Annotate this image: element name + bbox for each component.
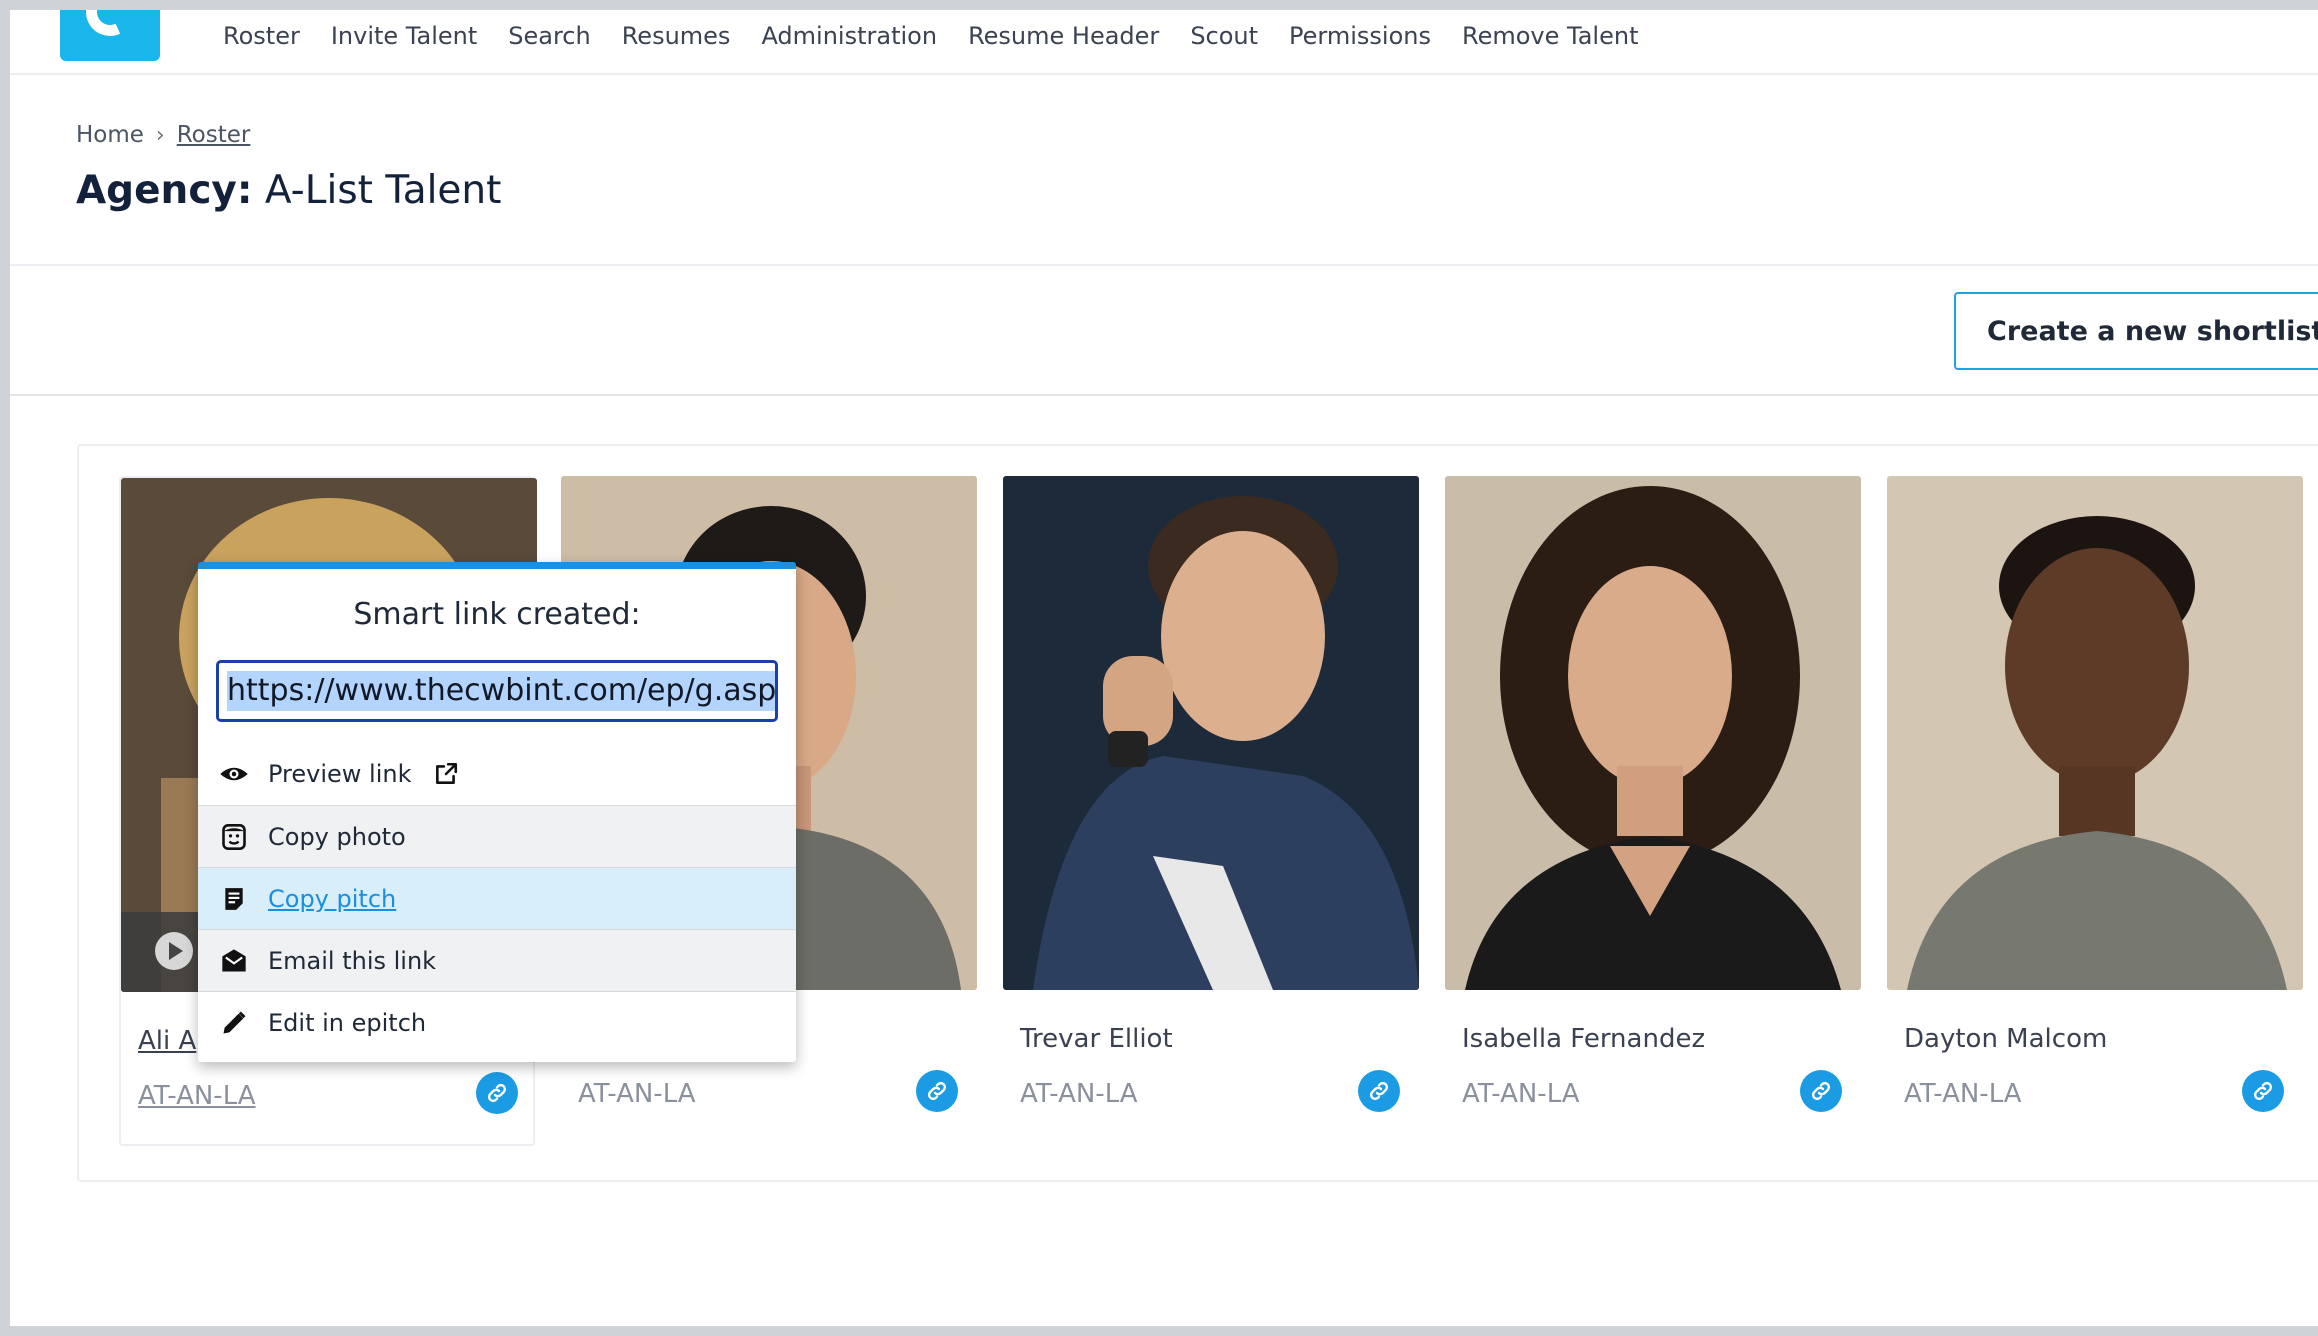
copy-pitch-label: Copy pitch [268,884,397,913]
page: Roster Invite Talent Search Resumes Admi… [10,10,2318,1326]
talent-code: AT-AN-LA [1904,1079,2022,1109]
talent-name: Trevar Elliot [1020,1024,1173,1054]
logo-mark-icon [79,10,141,43]
link-icon [487,1083,507,1103]
smart-link-button[interactable] [476,1072,518,1114]
smart-link-button[interactable] [2242,1070,2284,1112]
talent-code: AT-AN-LA [1020,1079,1138,1109]
create-shortlist-button[interactable]: Create a new shortlist [1954,292,2318,370]
play-icon[interactable] [155,932,193,970]
app-logo[interactable] [60,10,160,61]
nav-item-administration[interactable]: Administration [761,22,937,50]
email-link-label: Email this link [268,946,437,975]
talent-code[interactable]: AT-AN-LA [138,1081,256,1111]
document-icon [218,883,250,915]
eye-icon [218,758,250,790]
link-icon [1811,1081,1831,1101]
breadcrumb-home[interactable]: Home [76,122,144,148]
smart-link-button[interactable] [1800,1070,1842,1112]
preview-link-item[interactable]: Preview link [198,743,796,805]
page-title-label: Agency: [76,168,253,213]
link-icon [1369,1081,1389,1101]
smart-link-url[interactable]: https://www.thecwbint.com/ep/g.asp [227,671,775,711]
top-nav: Roster Invite Talent Search Resumes Admi… [10,10,2318,75]
link-icon [927,1081,947,1101]
edit-epitch-label: Edit in epitch [268,1008,427,1037]
link-icon [2253,1081,2273,1101]
page-title: Agency: A-List Talent [76,168,501,213]
talent-photo[interactable] [1003,476,1419,990]
talent-card[interactable]: Trevar Elliot AT-AN-LA [1003,476,1419,1146]
nav-item-permissions[interactable]: Permissions [1289,22,1431,50]
nav-item-invite-talent[interactable]: Invite Talent [331,22,477,50]
smart-link-button[interactable] [916,1070,958,1112]
talent-name: Dayton Malcom [1904,1024,2108,1054]
copy-pitch-item[interactable]: Copy pitch [198,867,796,929]
nav-menu: Roster Invite Talent Search Resumes Admi… [223,22,1638,50]
talent-code: AT-AN-LA [578,1079,696,1109]
envelope-icon [218,945,250,977]
smart-link-popup: Smart link created: https://www.thecwbin… [198,562,796,1062]
divider [10,394,2318,396]
smart-link-url-field[interactable]: https://www.thecwbint.com/ep/g.asp [216,660,778,722]
preview-link-label: Preview link [268,760,412,788]
popup-title: Smart link created: [353,597,641,632]
nav-item-resumes[interactable]: Resumes [622,22,731,50]
talent-name[interactable]: Ali A [138,1026,196,1056]
edit-epitch-item[interactable]: Edit in epitch [198,991,796,1053]
talent-name: Isabella Fernandez [1462,1024,1706,1054]
nav-item-remove-talent[interactable]: Remove Talent [1462,22,1638,50]
smart-link-button[interactable] [1358,1070,1400,1112]
talent-photo[interactable] [1445,476,1861,990]
talent-code: AT-AN-LA [1462,1079,1580,1109]
page-title-value: A-List Talent [264,168,502,213]
copy-photo-label: Copy photo [268,822,406,851]
nav-item-scout[interactable]: Scout [1190,22,1258,50]
copy-photo-item[interactable]: Copy photo [198,805,796,867]
external-link-icon [430,758,462,790]
talent-card[interactable]: Isabella Fernandez AT-AN-LA [1445,476,1861,1146]
nav-item-search[interactable]: Search [508,22,590,50]
breadcrumb: Home › Roster [76,122,250,148]
talent-card[interactable]: Dayton Malcom AT-AN-LA [1887,476,2303,1146]
nav-item-resume-header[interactable]: Resume Header [968,22,1159,50]
talent-photo[interactable] [1887,476,2303,990]
email-link-item[interactable]: Email this link [198,929,796,991]
divider [10,264,2318,266]
pencil-icon [218,1007,250,1039]
face-icon [218,821,250,853]
nav-item-roster[interactable]: Roster [223,22,300,50]
breadcrumb-roster[interactable]: Roster [177,122,251,148]
chevron-right-icon: › [155,122,165,148]
